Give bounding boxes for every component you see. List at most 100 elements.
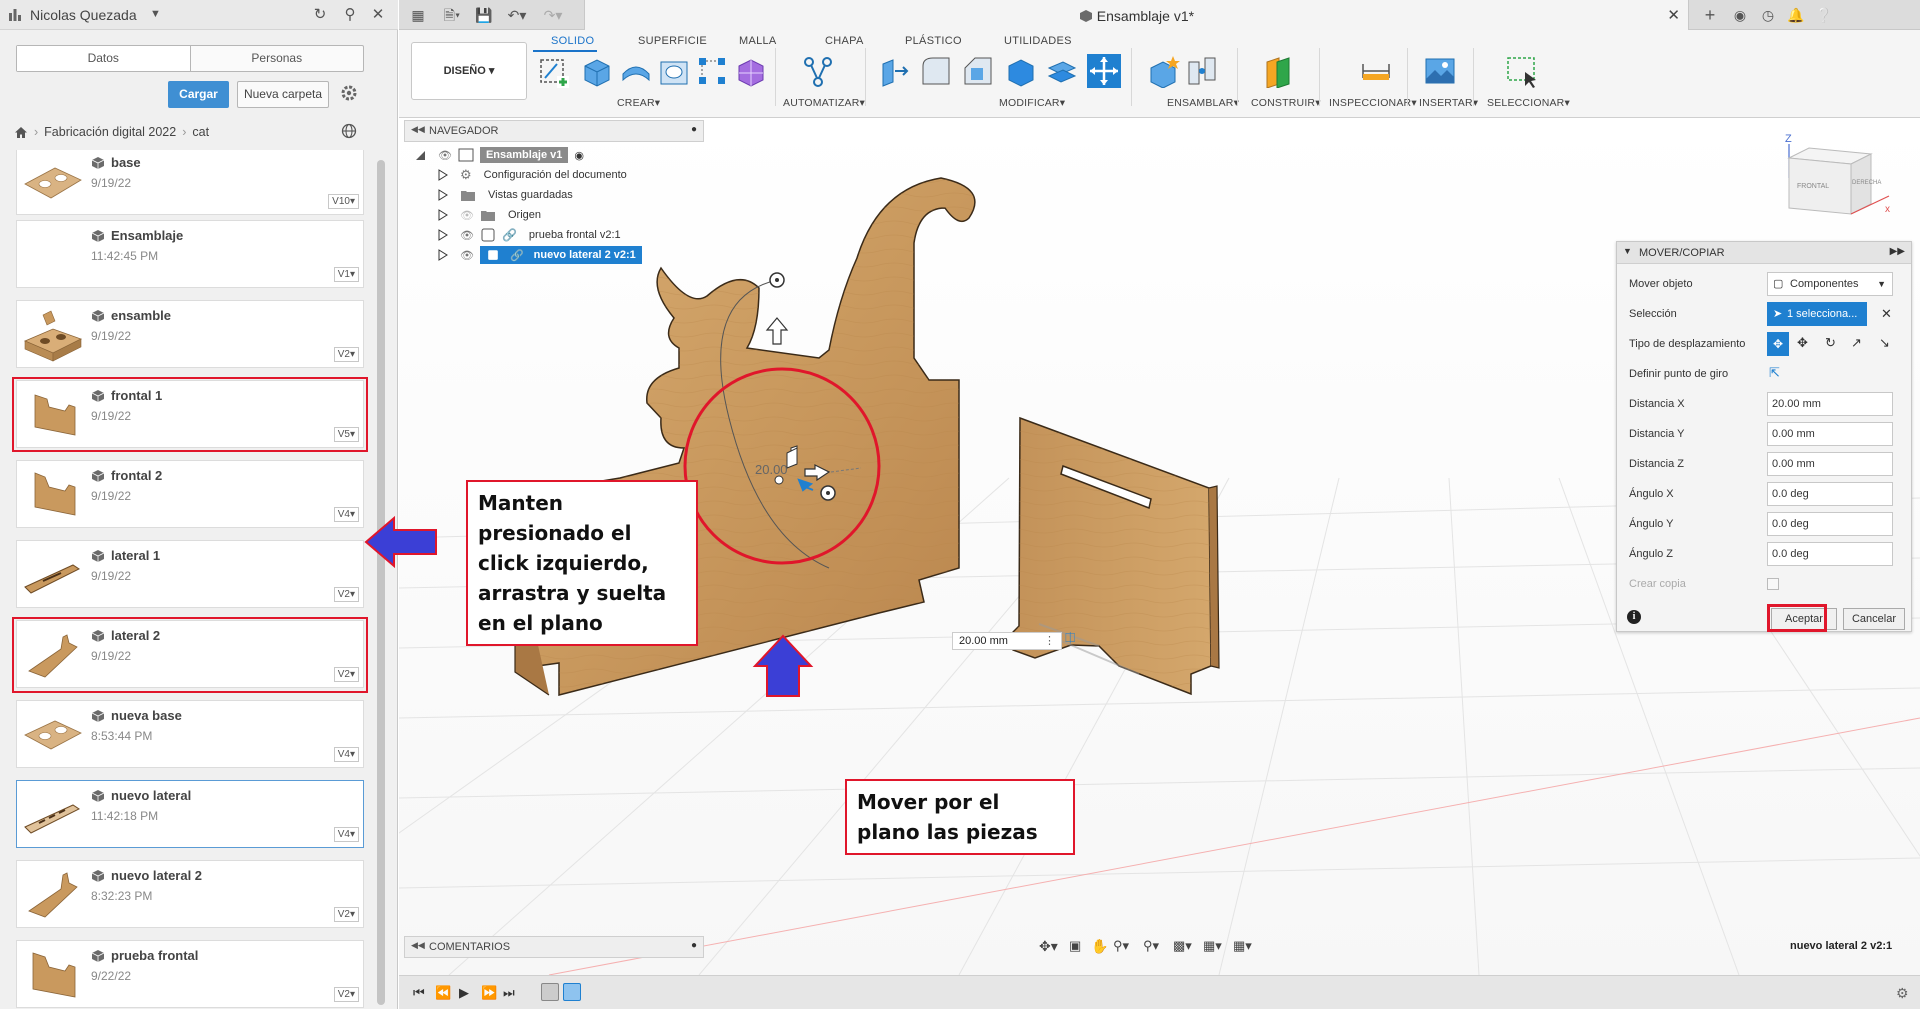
file-name[interactable]: lateral 1 [111,548,160,563]
comments-panel[interactable]: ◀◀ COMENTARIOS ● [404,936,704,958]
file-name[interactable]: frontal 2 [111,468,162,483]
close-tab-icon[interactable]: ✕ [1667,6,1680,24]
file-name[interactable]: prueba frontal [111,948,198,963]
version-badge[interactable]: V4▾ [333,507,359,522]
distance-x-input[interactable]: 20.00 mm [1767,392,1893,416]
collapse-icon[interactable]: ◀◀ [411,124,425,135]
breadcrumb-folder[interactable]: cat [192,125,209,139]
close-icon[interactable]: ✕ [368,5,388,25]
set-pivot-icon[interactable]: ⇱ [1769,365,1780,381]
nav-item-nuevo-lateral-2[interactable]: 👁 🔗 nuevo lateral 2 v2:1 [438,245,642,265]
user-name[interactable]: Nicolas Quezada [30,7,137,23]
gear-icon[interactable] [340,84,358,102]
file-card-base[interactable]: base 9/19/22 V10▾ [16,150,364,215]
look-at-icon[interactable]: ▣ [1069,938,1081,954]
move-copy-header[interactable]: ▼ MOVER/COPIAR ▶▶ [1617,242,1911,264]
insert-image-icon[interactable] [1423,54,1457,88]
file-menu-icon[interactable]: 🗎▾ [439,5,465,25]
move-object-select[interactable]: ▢ Componentes ▼ [1767,272,1893,296]
job-status-icon[interactable]: ◷ [1757,5,1779,25]
file-card-lateral-1[interactable]: lateral 1 9/19/22 V2▾ [16,540,364,608]
save-icon[interactable]: 💾 [475,5,493,25]
create-sketch-icon[interactable] [537,54,571,88]
more-options-icon[interactable]: ⋮ [1044,633,1055,649]
expand-dialog-icon[interactable]: ▶▶ [1890,246,1905,257]
grid-menu-icon[interactable]: ▦ [409,5,427,25]
version-badge[interactable]: V2▾ [333,587,359,602]
form-icon[interactable] [733,54,767,88]
expand-triangle-icon[interactable] [438,229,448,241]
expand-triangle-icon[interactable] [438,189,448,201]
file-card-frontal-2[interactable]: frontal 2 9/19/22 V4▾ [16,460,364,528]
breadcrumb-project[interactable]: Fabricación digital 2022 [44,125,176,139]
select-icon[interactable] [1505,54,1539,88]
workspace-switcher[interactable]: DISEÑO ▾ [411,42,527,100]
move-copy-icon[interactable] [1087,54,1121,88]
file-name[interactable]: Ensamblaje [111,228,183,243]
selection-chip[interactable]: ➤ 1 selecciona... [1767,302,1867,326]
redo-icon[interactable]: ↷▾ [539,5,567,25]
file-card-ensamble[interactable]: ensamble 9/19/22 V2▾ [16,300,364,368]
eye-icon[interactable]: 👁 [460,229,474,242]
group-inspeccionar[interactable]: INSPECCIONAR▾ [1329,97,1417,109]
nav-item-document-settings[interactable]: ⚙ Configuración del documento [438,165,633,185]
group-crear[interactable]: CREAR▾ [617,97,660,109]
zoom-icon[interactable]: ⚲▾ [1113,938,1129,954]
view-cube[interactable]: Z FRONTAL DERECHA x [1779,118,1899,228]
activate-radio-icon[interactable]: ◉ [574,149,584,162]
nav-item-saved-views[interactable]: Vistas guardadas [438,185,579,205]
file-name[interactable]: base [111,155,141,170]
version-badge[interactable]: V4▾ [333,747,359,762]
tab-superficie[interactable]: SUPERFICIE [638,35,707,47]
undo-icon[interactable]: ↶▾ [503,5,531,25]
canvas-viewport[interactable]: 20.00 ◀◀ NAVEGADOR ● 👁 Ensamblaje v1 ◉ ⚙… [399,118,1920,975]
shell-icon[interactable] [1003,54,1037,88]
tab-solido[interactable]: SOLIDO [551,35,594,47]
file-list-scrollbar[interactable] [377,160,385,1005]
chamfer-icon[interactable] [961,54,995,88]
apps-grid-icon[interactable] [8,8,22,22]
rotate-icon[interactable]: ↻ [1825,335,1836,351]
eye-icon[interactable]: 👁 [460,249,474,262]
help-icon[interactable]: ❔ [1813,5,1835,25]
navigator-header[interactable]: ◀◀ NAVEGADOR ● [404,120,704,142]
next-step-icon[interactable]: ⏩ [481,985,497,1001]
file-card-nuevo-lateral-2[interactable]: nuevo lateral 2 8:32:23 PM V2▾ [16,860,364,928]
file-name[interactable]: nueva base [111,708,182,723]
tab-datos[interactable]: Datos [17,46,191,71]
timeline-feature-insert[interactable] [563,983,581,1001]
create-copy-checkbox[interactable] [1767,578,1779,590]
nav-item-prueba-frontal[interactable]: 👁 🔗 prueba frontal v2:1 [438,225,627,245]
fillet-icon[interactable] [919,54,953,88]
play-icon[interactable]: ▶ [459,985,475,1001]
search-icon[interactable]: ⚲ [340,5,360,25]
nav-item-origin[interactable]: 👁 Origen [438,205,547,225]
home-icon[interactable] [14,126,28,139]
fit-icon[interactable]: ⚲▾ [1143,938,1159,954]
automate-icon[interactable] [801,54,835,88]
extrude-icon[interactable] [579,54,613,88]
viewports-icon[interactable]: ▦▾ [1233,938,1252,954]
file-card-ensamblaje[interactable]: Ensamblaje 11:42:45 PM V1▾ [16,220,364,288]
chevron-down-icon[interactable]: ▼ [150,8,161,20]
nav-item-selected[interactable]: 🔗 nuevo lateral 2 v2:1 [479,246,642,264]
clear-selection-icon[interactable]: ✕ [1881,306,1892,322]
combine-icon[interactable] [1045,54,1079,88]
tab-personas[interactable]: Personas [191,46,364,71]
distance-y-input[interactable]: 0.00 mm [1767,422,1893,446]
tab-plastico[interactable]: PLÁSTICO [905,35,962,47]
distance-input-overlay[interactable]: 20.00 mm ⋮ [952,632,1062,650]
collapse-triangle-icon[interactable] [416,149,426,161]
pin-icon[interactable]: ● [691,940,697,951]
joint-icon[interactable] [1185,54,1219,88]
angle-x-input[interactable]: 0.0 deg [1767,482,1893,506]
point-to-position-icon[interactable]: ↘ [1879,335,1890,351]
document-tab[interactable]: Ensamblaje v1* ✕ [584,0,1689,30]
last-step-icon[interactable]: ⏭ [503,985,519,1001]
refresh-icon[interactable]: ↻ [310,5,330,25]
orbit-icon[interactable]: ✥▾ [1039,938,1058,955]
version-badge[interactable]: V2▾ [333,907,359,922]
first-step-icon[interactable]: ⏮ [413,985,429,1001]
version-badge[interactable]: V10▾ [328,194,359,209]
globe-icon[interactable] [341,123,357,139]
